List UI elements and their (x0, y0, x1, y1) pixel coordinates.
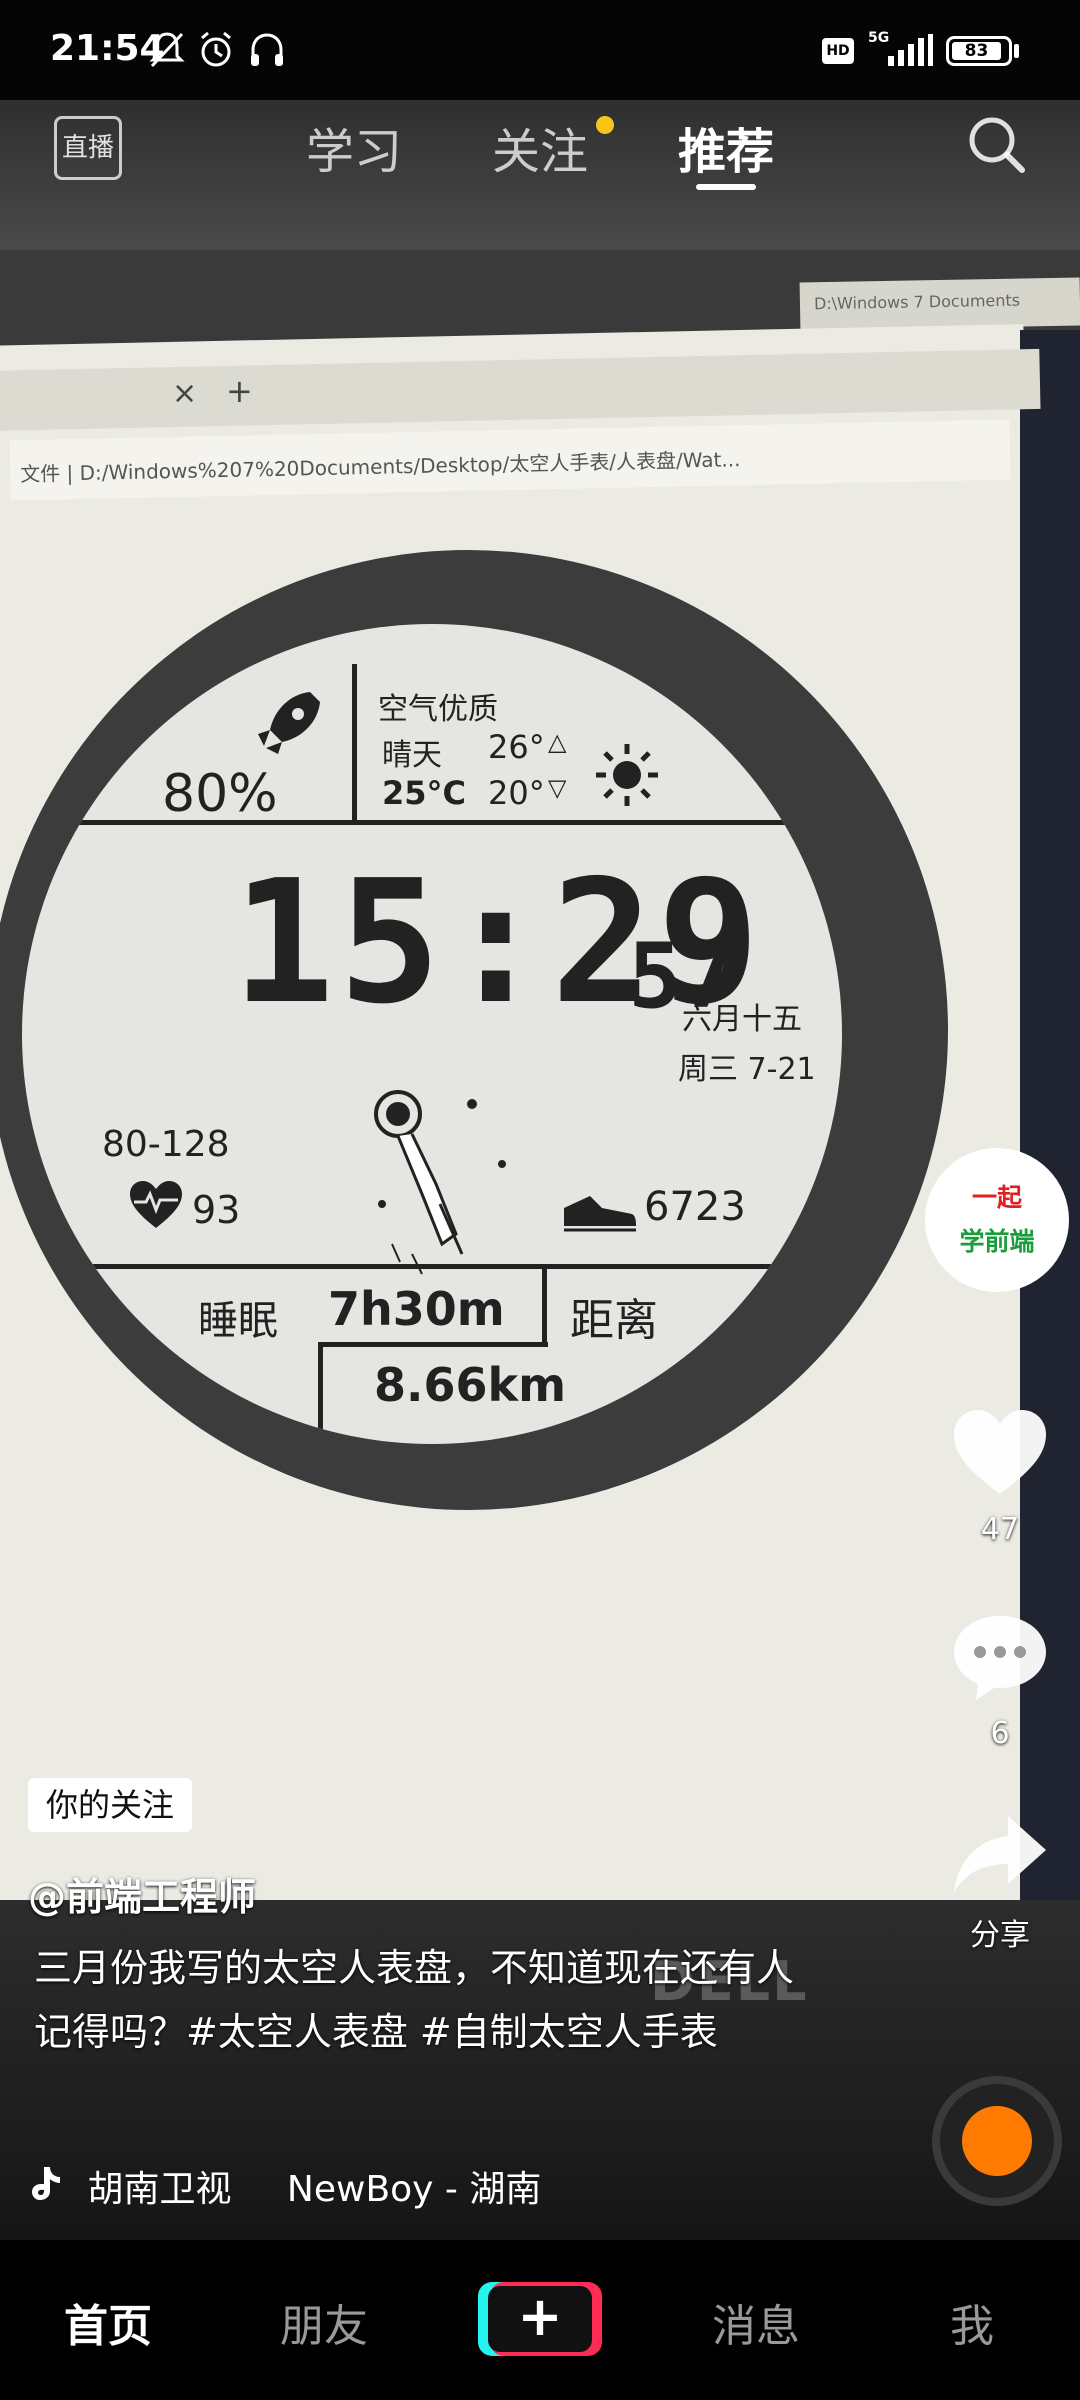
headphones-icon (251, 33, 283, 66)
window-title-bar: D:\Windows 7 Documents (799, 277, 1080, 331)
watch-lunar-date: 六月十五 (682, 1002, 802, 1037)
rocket-icon (258, 692, 320, 754)
temp-down-arrow-icon: ▽ (548, 774, 567, 802)
nav-me[interactable]: 我 (950, 2290, 994, 2354)
author-avatar[interactable]: 一起 学前端 (925, 1148, 1069, 1292)
watch-weather: 晴天 (382, 738, 442, 773)
mute-bell-icon (149, 32, 185, 68)
live-button[interactable]: 直播 (54, 116, 122, 180)
temp-up-arrow-icon: △ (548, 728, 567, 756)
dial-divider-lower (318, 1342, 548, 1347)
browser-tab-close-icon: × (172, 376, 198, 411)
avatar-text-line1: 一起 (971, 1183, 1022, 1212)
hd-badge: HD (822, 38, 854, 64)
tab-following[interactable]: 关注 (492, 112, 588, 182)
watch-distance-value: 8.66km (374, 1358, 567, 1412)
watch-sleep-value: 7h30m (328, 1282, 505, 1336)
watch-face: 80% 空气优质 晴天 26° △ 25°C 20° ▽ 15:29 57 六月… (22, 624, 842, 1444)
watch-steps: 6723 (644, 1184, 746, 1230)
music-record-icon[interactable] (932, 2076, 1062, 2206)
battery-icon: 83 (946, 36, 1012, 66)
tab-recommend[interactable]: 推荐 (678, 112, 774, 182)
shoe-icon (564, 1196, 636, 1232)
watch-air-quality: 空气优质 (378, 692, 498, 727)
battery-level: 83 (952, 42, 1001, 60)
tab-study[interactable]: 学习 (306, 112, 402, 182)
heart-icon (954, 1410, 1046, 1494)
top-nav: 直播 学习 关注 推荐 (0, 100, 1080, 220)
watch-battery: 80% (162, 764, 278, 824)
dial-divider-vertical (352, 664, 357, 824)
bottom-nav: 首页 朋友 + 消息 我 (0, 2240, 1080, 2400)
share-button[interactable]: 分享 (945, 1812, 1055, 1954)
watch-heart-rate: 93 (192, 1188, 241, 1232)
music-source: 胡南卫视 (87, 2169, 232, 2210)
music-track: NewBoy - 湖南 (286, 2169, 542, 2210)
nav-messages[interactable]: 消息 (712, 2290, 800, 2354)
sun-icon (596, 744, 658, 806)
like-button[interactable]: 47 (945, 1408, 1055, 1547)
watch-distance-label: 距离 (570, 1295, 658, 1346)
music-info[interactable]: 胡南卫视 NewBoy - 湖南 (28, 2160, 541, 2212)
status-bar: 21:54 HD 5G 83 (0, 0, 1080, 100)
watch-sleep-label: 睡眠 (198, 1298, 278, 1344)
like-count: 47 (980, 1512, 1020, 1547)
share-icon (954, 1816, 1046, 1892)
watch-weekday-date: 周三 7-21 (678, 1052, 816, 1087)
comment-icon (954, 1616, 1046, 1700)
follow-badge: 你的关注 (28, 1778, 193, 1832)
watch-temp-high: 26° (488, 728, 545, 766)
share-label: 分享 (970, 1918, 1030, 1953)
video-caption[interactable]: 三月份我写的太空人表盘，不知道现在还有人记得吗？#太空人表盘 #自制太空人手表 (34, 1936, 824, 2064)
create-button[interactable]: + (488, 2286, 592, 2352)
nav-home[interactable]: 首页 (64, 2290, 152, 2354)
alarm-icon (201, 31, 231, 67)
dial-divider-lower-left (318, 1342, 323, 1442)
astronaut-icon (374, 1090, 506, 1275)
music-note-icon (32, 2167, 60, 2200)
following-notify-dot (596, 116, 614, 134)
watch-temp-low: 20° (488, 774, 545, 812)
dial-divider-top (22, 820, 842, 825)
browser-new-tab-icon: + (226, 372, 253, 410)
signal-icon (888, 34, 933, 66)
heart-rate-icon (130, 1181, 182, 1228)
author-name[interactable]: @前端工程师 (28, 1866, 256, 1921)
avatar-text-line2: 学前端 (959, 1227, 1035, 1256)
battery-tip (1014, 44, 1019, 58)
active-tab-indicator (696, 184, 756, 190)
comment-button[interactable]: 6 (945, 1612, 1055, 1751)
watch-temp-current: 25°C (382, 774, 467, 812)
search-icon[interactable] (962, 110, 1032, 180)
nav-friends[interactable]: 朋友 (280, 2290, 368, 2354)
record-cover (962, 2106, 1032, 2176)
comment-count: 6 (990, 1716, 1010, 1751)
watch-heart-range: 80-128 (102, 1124, 230, 1165)
